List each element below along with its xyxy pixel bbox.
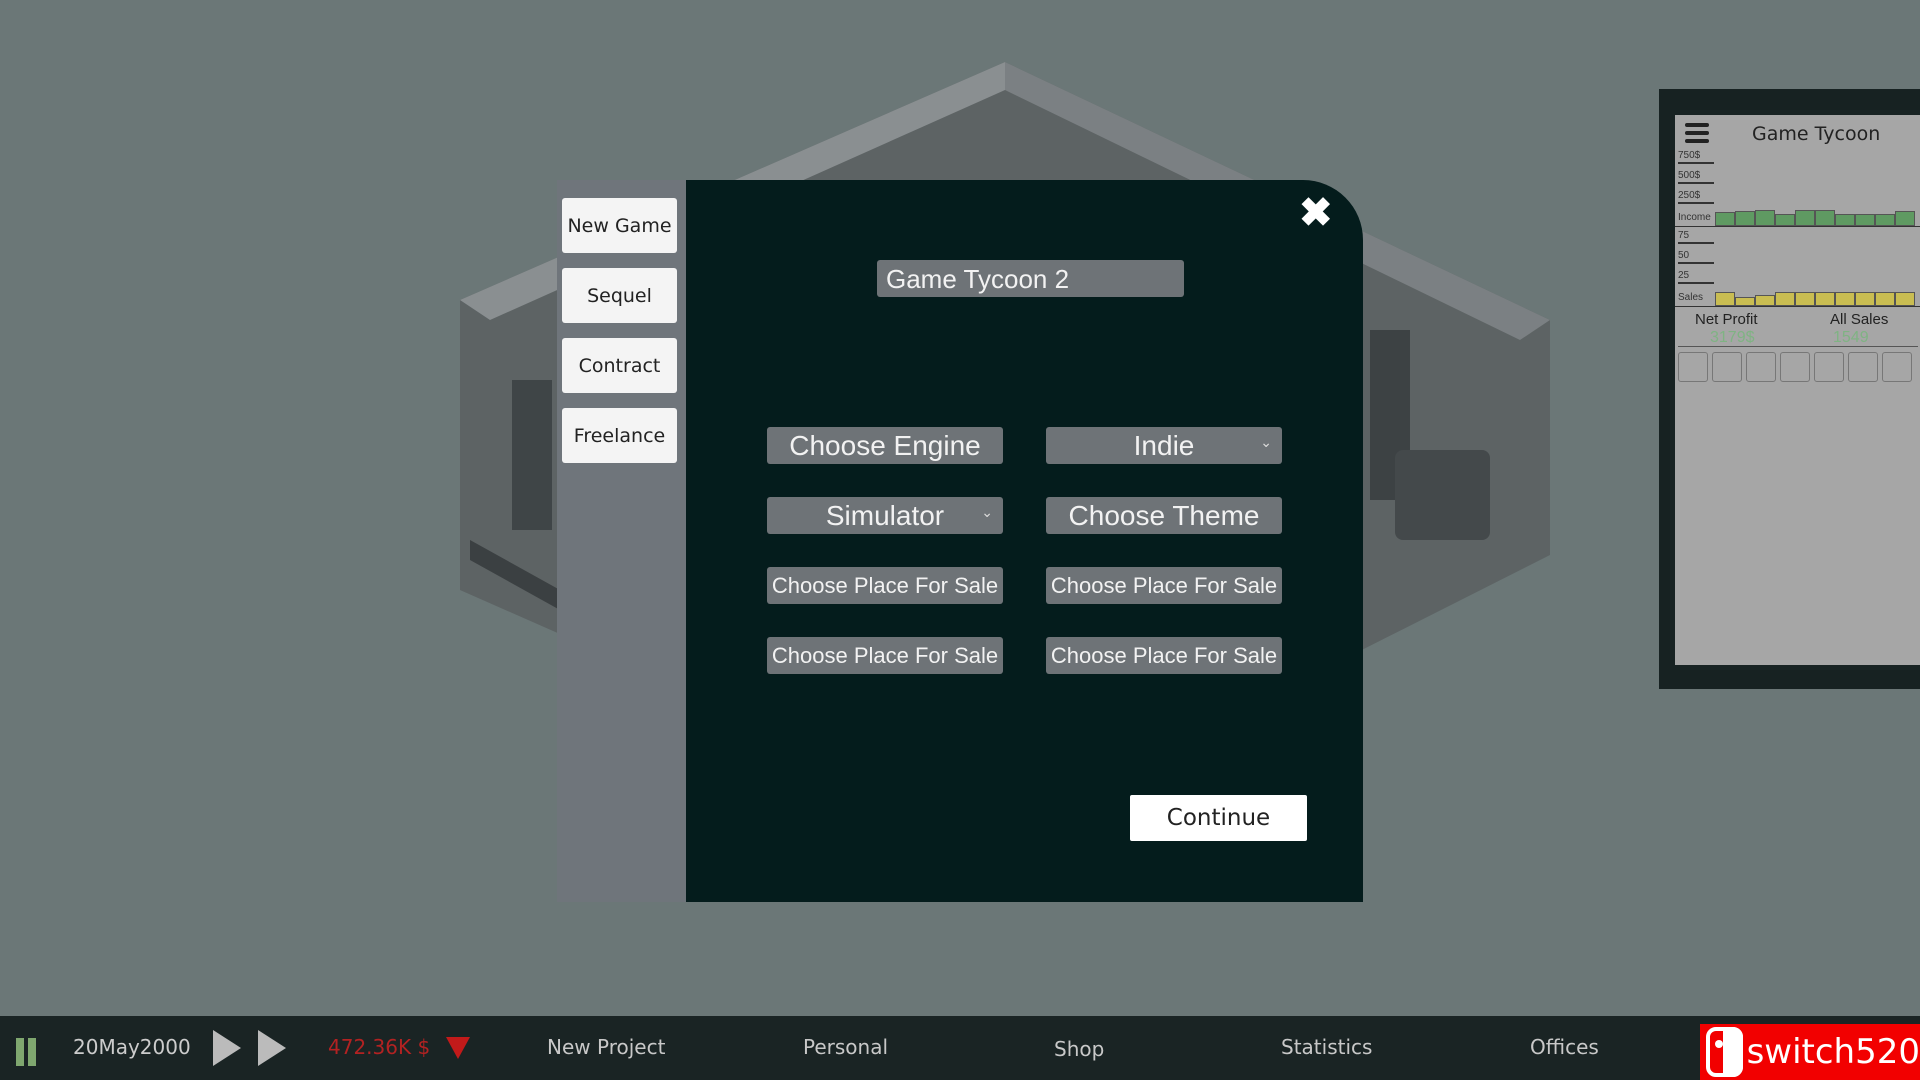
freelance-button[interactable]: Freelance [562,408,677,463]
nav-new-project[interactable]: New Project [547,1035,665,1059]
bottom-bar [0,1016,1920,1080]
date-display: 20May2000 [73,1035,191,1059]
switch-logo-icon [1706,1027,1743,1077]
place-for-sale-button-1[interactable]: Choose Place For Sale [767,567,1003,604]
contract-button[interactable]: Contract [562,338,677,393]
nav-offices[interactable]: Offices [1530,1035,1599,1059]
continue-button[interactable]: Continue [1130,795,1307,841]
hamburger-menu-icon[interactable] [1685,123,1709,143]
game-size-value: Indie [1133,429,1195,461]
sales-bar [1875,291,1895,306]
new-game-dialog: ✖ Game Tycoon 2 Choose Engine Indie ⌄ Sim… [686,180,1363,902]
sales-bar [1735,297,1755,306]
genre-dropdown[interactable]: Simulator ⌄ [767,497,1003,534]
all-sales-label: All Sales [1830,311,1889,328]
close-icon[interactable]: ✖ [1299,190,1333,236]
place-for-sale-button-4[interactable]: Choose Place For Sale [1046,637,1282,674]
income-tick: 250$ [1678,190,1714,204]
income-tick: 750$ [1678,150,1714,164]
net-profit-label: Net Profit [1695,311,1758,328]
community-icon[interactable] [1678,352,1708,382]
sales-bar [1775,291,1795,306]
watermark-logo: switch520 [1700,1024,1920,1080]
game-title-input[interactable]: Game Tycoon 2 [877,260,1184,297]
sequel-button[interactable]: Sequel [562,268,677,323]
income-bar [1875,214,1895,226]
genre-value: Simulator [825,499,945,531]
sales-bar [1815,291,1835,306]
project-type-sidebar: New Game Sequel Contract Freelance [557,180,686,902]
social-icon[interactable] [1746,352,1776,382]
nav-personal[interactable]: Personal [803,1035,888,1059]
new-game-button[interactable]: New Game [562,198,677,253]
income-bar [1855,214,1875,226]
sales-bar [1755,294,1775,306]
all-sales-value: 1549 [1833,329,1869,346]
sales-tick: 25 [1678,270,1714,284]
income-bar [1715,212,1735,226]
sales-bar [1795,291,1815,306]
nav-shop[interactable]: Shop [1054,1037,1104,1061]
globe-icon[interactable] [1848,352,1878,382]
stats-panel: Game Tycoon 750$ 500$ 250$ Income 75 50 … [1675,115,1920,665]
income-tick: 500$ [1678,170,1714,184]
fast-forward-icon[interactable] [258,1030,286,1066]
income-label: Income [1678,212,1711,223]
sales-bar [1715,291,1735,306]
chevron-down-icon: ⌄ [981,504,993,520]
income-bar [1735,210,1755,226]
web-page-icon[interactable] [1780,352,1810,382]
sales-bar [1855,291,1875,306]
play-icon[interactable] [213,1030,241,1066]
choose-theme-button[interactable]: Choose Theme [1046,497,1282,534]
income-bar [1755,209,1775,226]
game-size-dropdown[interactable]: Indie ⌄ [1046,427,1282,464]
place-for-sale-button-3[interactable]: Choose Place For Sale [767,637,1003,674]
sales-bar [1835,291,1855,306]
choose-engine-button[interactable]: Choose Engine [767,427,1003,464]
income-bar [1795,209,1815,226]
email-icon[interactable] [1712,352,1742,382]
media-icon[interactable] [1882,352,1912,382]
place-for-sale-button-2[interactable]: Choose Place For Sale [1046,567,1282,604]
tv-icon[interactable] [1814,352,1844,382]
money-trend-down-icon [446,1037,470,1059]
chevron-down-icon: ⌄ [1260,434,1272,450]
income-bar [1815,209,1835,226]
pause-icon[interactable] [16,1038,24,1066]
income-bar [1895,210,1915,226]
income-bar [1835,214,1855,226]
income-bar [1775,214,1795,226]
money-display: 472.36K $ [328,1035,431,1059]
panel-title: Game Tycoon [1752,123,1881,145]
sales-label: Sales [1678,292,1704,303]
sales-tick: 75 [1678,230,1714,244]
nav-statistics[interactable]: Statistics [1281,1035,1372,1059]
watermark-text: switch520 [1746,1032,1920,1072]
sales-bar [1895,291,1915,306]
sales-tick: 50 [1678,250,1714,264]
net-profit-value: 3179$ [1710,329,1755,346]
